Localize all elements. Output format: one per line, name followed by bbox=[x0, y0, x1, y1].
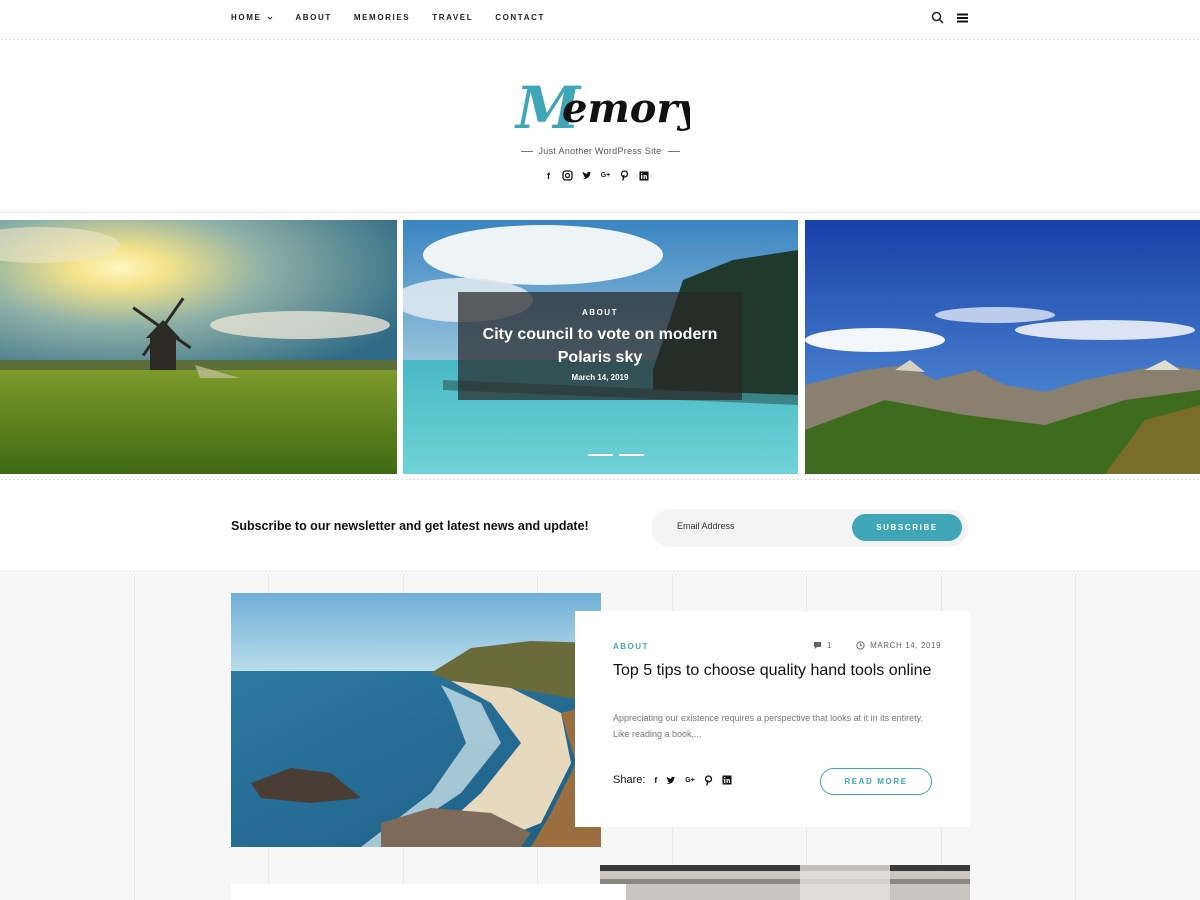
nav-item-memories[interactable]: MEMORIES bbox=[354, 13, 410, 22]
newsletter-form: SUBSCRIBE bbox=[652, 509, 968, 547]
facebook-icon[interactable]: f bbox=[654, 775, 657, 785]
post-title[interactable]: Top 5 tips to choose quality hand tools … bbox=[613, 661, 933, 681]
divider bbox=[0, 570, 1200, 573]
share-label: Share: bbox=[613, 774, 646, 786]
nav-item-travel[interactable]: TRAVEL bbox=[432, 13, 473, 22]
post-category[interactable]: ABOUT bbox=[613, 642, 649, 651]
svg-text:emory: emory bbox=[562, 85, 690, 132]
search-icon[interactable] bbox=[931, 11, 944, 24]
featured-slider[interactable]: ABOUT City council to vote on modern Pol… bbox=[0, 220, 1200, 474]
slider-indicator[interactable] bbox=[588, 454, 613, 456]
share-bar: Share: f G+ bbox=[613, 774, 732, 786]
nav-item-home[interactable]: HOME bbox=[231, 13, 273, 22]
site-tagline: Just Another WordPress Site bbox=[0, 146, 1200, 156]
nav-item-contact[interactable]: CONTACT bbox=[495, 13, 545, 22]
twitter-icon[interactable] bbox=[666, 776, 676, 785]
post-featured-image[interactable] bbox=[231, 593, 601, 847]
linkedin-icon[interactable] bbox=[638, 170, 649, 181]
twitter-icon[interactable] bbox=[581, 170, 592, 181]
google-plus-icon[interactable]: G+ bbox=[685, 777, 695, 784]
divider bbox=[0, 211, 1200, 214]
nav-item-label: HOME bbox=[231, 13, 262, 22]
hamburger-menu-icon[interactable] bbox=[956, 12, 969, 24]
header-tools bbox=[931, 11, 969, 24]
newsletter-bar: Subscribe to our newsletter and get late… bbox=[0, 484, 1200, 570]
google-plus-icon[interactable]: G+ bbox=[600, 170, 611, 181]
divider bbox=[0, 478, 1200, 481]
slide-image-windmill[interactable] bbox=[0, 220, 397, 474]
post-excerpt: Appreciating our existence requires a pe… bbox=[613, 713, 923, 739]
pinterest-icon[interactable] bbox=[619, 170, 630, 181]
comment-icon bbox=[814, 642, 821, 649]
site-logo[interactable]: M emory bbox=[510, 70, 690, 142]
post-list: ABOUT 1 MARCH 14, 2019 Top 5 tips to cho… bbox=[0, 574, 1200, 900]
facebook-icon[interactable]: f bbox=[543, 170, 554, 181]
post-card: ABOUT 1 MARCH 14, 2019 Top 5 tips to cho… bbox=[575, 611, 970, 827]
comment-count[interactable]: 1 bbox=[827, 641, 832, 650]
slide-title[interactable]: City council to vote on modern Polaris s… bbox=[458, 323, 742, 369]
grid-line bbox=[134, 574, 135, 900]
linkedin-icon[interactable] bbox=[722, 775, 732, 785]
chevron-down-icon bbox=[268, 16, 273, 20]
grid-line bbox=[1075, 574, 1076, 900]
subscribe-button[interactable]: SUBSCRIBE bbox=[852, 514, 962, 541]
main-menu: HOME ABOUT MEMORIES TRAVEL CONTACT bbox=[231, 13, 567, 22]
newsletter-text: Subscribe to our newsletter and get late… bbox=[231, 519, 589, 533]
pinterest-icon[interactable] bbox=[704, 774, 713, 786]
slider-indicator[interactable] bbox=[619, 454, 644, 456]
email-field[interactable] bbox=[677, 521, 847, 531]
slide-date: March 14, 2019 bbox=[571, 373, 629, 382]
slide-category[interactable]: ABOUT bbox=[458, 308, 742, 317]
next-post-image[interactable] bbox=[600, 865, 970, 900]
read-more-button[interactable]: READ MORE bbox=[820, 768, 932, 795]
post-date: MARCH 14, 2019 bbox=[870, 641, 942, 650]
slider-indicators bbox=[588, 454, 644, 456]
instagram-icon[interactable] bbox=[562, 170, 573, 181]
site-header: M emory Just Another WordPress Site f G+ bbox=[0, 40, 1200, 210]
clock-icon bbox=[856, 641, 865, 650]
top-navigation: HOME ABOUT MEMORIES TRAVEL CONTACT bbox=[0, 0, 1200, 38]
post-meta: 1 MARCH 14, 2019 bbox=[813, 641, 941, 650]
slide-caption: ABOUT City council to vote on modern Pol… bbox=[458, 292, 742, 400]
nav-item-about[interactable]: ABOUT bbox=[295, 13, 331, 22]
slide-image-mountains[interactable] bbox=[805, 220, 1200, 474]
next-post-card bbox=[231, 884, 626, 900]
social-links: f G+ bbox=[543, 170, 649, 181]
